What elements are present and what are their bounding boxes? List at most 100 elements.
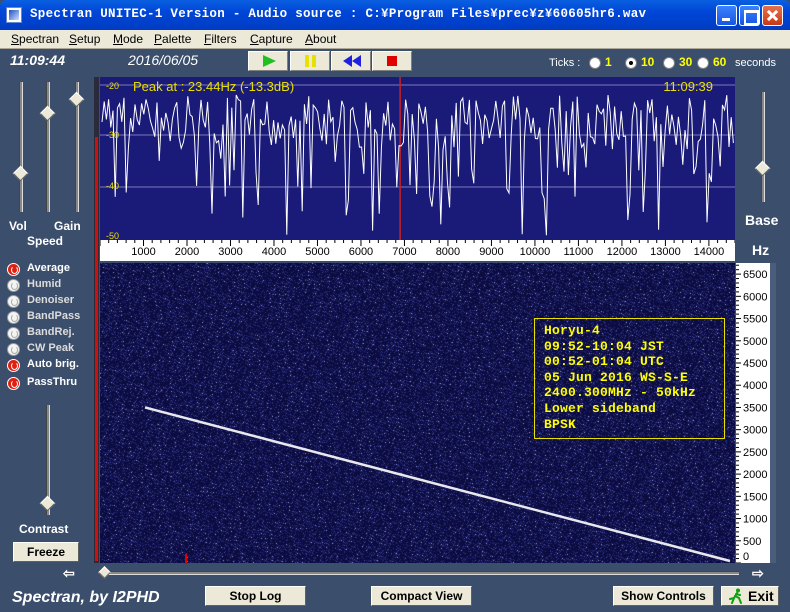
menu-filters[interactable]: Filters: [204, 32, 237, 46]
info-line: 00:52-01:04 UTC: [544, 354, 665, 370]
toggle-indicator-icon: [7, 279, 20, 292]
ticks-radio-60[interactable]: [697, 57, 709, 69]
menu-setup[interactable]: Setup: [69, 32, 100, 46]
base-slider-thumb[interactable]: [754, 160, 771, 177]
exit-label: Exit: [748, 588, 774, 604]
freq-tick-label: 7000: [392, 246, 416, 258]
freq-tick-label: 4000: [262, 246, 286, 258]
compact-view-button[interactable]: Compact View: [371, 586, 472, 606]
freq-tick-label: 9000: [479, 246, 503, 258]
speed-label: Speed: [27, 234, 64, 248]
show-controls-button[interactable]: Show Controls: [613, 586, 714, 606]
vol-slider-track[interactable]: [19, 82, 23, 212]
hz-tick-label: 3000: [743, 425, 767, 437]
scroll-thumb[interactable]: [98, 566, 111, 579]
maximize-button[interactable]: [739, 5, 760, 26]
freq-tick-label: 1000: [131, 246, 155, 258]
title-bar: Spectran UNITEC-1 Version - Audio source…: [0, 0, 790, 30]
scroll-track[interactable]: [105, 571, 739, 575]
gain-slider-track[interactable]: [46, 82, 50, 212]
menu-about[interactable]: About: [305, 32, 336, 46]
ticks-radio-10[interactable]: [625, 57, 637, 69]
gain-slider-thumb[interactable]: [39, 105, 56, 122]
running-man-icon: [729, 588, 742, 604]
toggle-indicator-icon: [7, 377, 20, 390]
base-slider-track[interactable]: [761, 92, 765, 202]
toggle-indicator-icon: [7, 327, 20, 340]
y-tick-label: -30: [106, 130, 120, 140]
frequency-axis: 1000 2000 3000 4000 5000 6000 7000 8000 9000 1000…: [100, 240, 735, 261]
freq-tick-label: 14000: [694, 246, 725, 258]
freq-tick-label: 3000: [218, 246, 242, 258]
toggle-indicator-icon: [7, 343, 20, 356]
scroll-left-arrow-icon[interactable]: ⇦: [63, 565, 75, 582]
ticks-radio-30[interactable]: [663, 57, 675, 69]
minimize-button[interactable]: [716, 5, 737, 26]
exit-button[interactable]: Exit: [721, 586, 779, 606]
freq-tick-label: 8000: [436, 246, 460, 258]
pause-button[interactable]: [290, 51, 330, 71]
hz-tick-label: 4000: [743, 380, 767, 392]
waterfall-display[interactable]: Horyu-4 09:52-10:04 JST 00:52-01:04 UTC …: [100, 263, 735, 563]
close-button[interactable]: [762, 5, 783, 26]
speed-slider-thumb[interactable]: [68, 91, 85, 108]
contrast-slider-thumb[interactable]: [39, 495, 56, 512]
spectrum-time: 11:09:39: [663, 79, 713, 94]
feature-label: PassThru: [27, 376, 78, 388]
info-line: Lower sideband: [544, 400, 657, 416]
hz-tick-label: 1500: [743, 491, 767, 503]
info-line: 09:52-10:04 JST: [544, 338, 665, 354]
stop-button[interactable]: [372, 51, 412, 71]
hz-unit-label: Hz: [752, 242, 770, 258]
spectrum-trace: [101, 94, 734, 236]
gain-label: Gain: [54, 219, 81, 233]
hz-tick-label: 5500: [743, 314, 767, 326]
feature-label: Auto brig.: [27, 358, 79, 370]
info-line: 2400.300MHz - 50kHz: [544, 385, 697, 401]
hz-tick-label: 4500: [743, 358, 767, 370]
freq-tick-label: 6000: [349, 246, 373, 258]
freq-tick-label: 12000: [607, 246, 638, 258]
rewind-button[interactable]: [331, 51, 371, 71]
info-line: 05 Jun 2016 WS-S-E: [544, 369, 689, 385]
toggle-indicator-icon: [7, 359, 20, 372]
toggle-indicator-icon: [7, 311, 20, 324]
frequency-axis-svg: 1000 2000 3000 4000 5000 6000 7000 8000 9000 1000…: [100, 240, 735, 258]
freq-tick-label: 5000: [305, 246, 329, 258]
ticks-label-60: 60: [713, 55, 727, 69]
spectrum-display[interactable]: Peak at : 23.44Hz (-13.3dB) 11:09:39 -20…: [100, 77, 735, 240]
menu-bar: Spectran Setup Mode Palette Filters Capt…: [0, 30, 790, 49]
stop-log-button[interactable]: Stop Log: [205, 586, 306, 606]
menu-spectran[interactable]: Spectran: [11, 32, 59, 46]
hz-axis-svg: 6500600055005000450040003500300025002000…: [736, 264, 767, 563]
level-meter: [94, 77, 99, 563]
right-strip: [770, 263, 776, 563]
menu-capture[interactable]: Capture: [250, 32, 293, 46]
scroll-right-arrow-icon[interactable]: ⇨: [752, 565, 764, 582]
toggle-indicator-icon: [7, 263, 20, 276]
freq-tick-label: 13000: [650, 246, 681, 258]
contrast-label: Contrast: [19, 522, 69, 536]
ticks-label-30: 30: [679, 55, 693, 69]
freq-tick-label: 10000: [520, 246, 551, 258]
feature-label: BandRej.: [27, 326, 75, 338]
y-tick-label: -40: [106, 181, 120, 191]
y-tick-label: -20: [106, 81, 120, 91]
play-button[interactable]: [248, 51, 288, 71]
menu-mode[interactable]: Mode: [113, 32, 143, 46]
toggle-indicator-icon: [7, 295, 20, 308]
y-tick-label: -50: [106, 231, 120, 240]
vol-slider-thumb[interactable]: [12, 165, 29, 182]
menu-palette[interactable]: Palette: [154, 32, 191, 46]
hz-tick-label: 2000: [743, 469, 767, 481]
freeze-button[interactable]: Freeze: [13, 542, 79, 562]
base-label: Base: [745, 212, 779, 228]
brand-label: Spectran, by I2PHD: [12, 589, 160, 606]
seconds-label: seconds: [735, 57, 776, 69]
ticks-radio-1[interactable]: [589, 57, 601, 69]
clock-time: 11:09:44: [10, 52, 66, 68]
window-title: Spectran UNITEC-1 Version - Audio source…: [30, 7, 647, 21]
app-icon[interactable]: [6, 7, 22, 23]
info-line: Horyu-4: [544, 323, 601, 338]
feature-label: CW Peak: [27, 342, 75, 354]
